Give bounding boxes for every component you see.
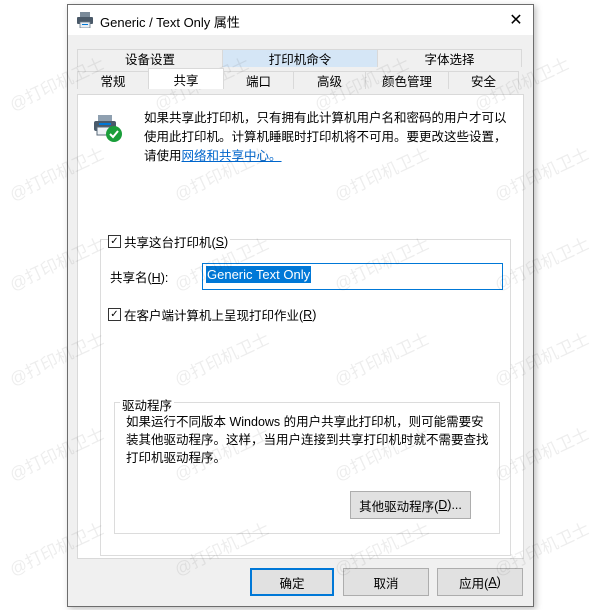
ok-button[interactable]: 确定 xyxy=(250,568,334,596)
label-text: 共享名( xyxy=(110,271,152,285)
access-key: A xyxy=(488,575,497,589)
sharing-info-text: 如果共享此打印机，只有拥有此计算机用户名和密码的用户才可以使用此打印机。计算机睡… xyxy=(144,109,514,166)
sharing-tab-panel: 如果共享此打印机，只有拥有此计算机用户名和密码的用户才可以使用此打印机。计算机睡… xyxy=(77,94,524,559)
share-name-input[interactable]: Generic Text Only xyxy=(202,263,503,290)
button-label: 取消 xyxy=(373,576,399,591)
button-label-suffix: )... xyxy=(447,498,462,512)
button-label: 应用( xyxy=(459,576,489,591)
cancel-button[interactable]: 取消 xyxy=(343,568,429,596)
additional-drivers-button[interactable]: 其他驱动程序(D)... xyxy=(350,491,471,519)
tab-label: 端口 xyxy=(245,75,271,89)
tab-advanced[interactable]: 高级 xyxy=(293,71,366,89)
checkbox-checked-icon: ✓ xyxy=(108,308,121,321)
tab-label: 常规 xyxy=(100,75,126,89)
render-on-client-checkbox[interactable]: ✓ 在客户端计算机上呈现打印作业(R) xyxy=(108,305,319,324)
close-icon: ✕ xyxy=(509,12,523,29)
tab-font-selection[interactable]: 字体选择 xyxy=(377,49,522,67)
shared-printer-icon xyxy=(94,115,122,142)
tab-device-settings[interactable]: 设备设置 xyxy=(77,49,223,67)
tab-row-top: 设备设置 打印机命令 字体选择 xyxy=(77,49,522,67)
drivers-group-legend: 驱动程序 xyxy=(120,395,175,414)
checkbox-label: 在客户端计算机上呈现打印作业( xyxy=(124,309,304,323)
properties-dialog: Generic / Text Only 属性 ✕ 设备设置 打印机命令 字体选择… xyxy=(67,4,534,607)
button-label: 其他驱动程序( xyxy=(359,499,439,514)
checkbox-label-suffix: ) xyxy=(224,234,229,249)
close-button[interactable]: ✕ xyxy=(505,9,527,31)
network-sharing-center-link[interactable]: 网络和共享中心。 xyxy=(182,149,282,163)
button-label-suffix: ) xyxy=(496,575,501,589)
tab-printer-commands[interactable]: 打印机命令 xyxy=(222,49,378,67)
tab-color-management[interactable]: 颜色管理 xyxy=(365,71,449,89)
tab-general[interactable]: 常规 xyxy=(77,71,149,89)
tab-row-bottom: 常规 共享 端口 高级 颜色管理 安全 xyxy=(77,68,519,89)
tab-label: 颜色管理 xyxy=(381,75,432,89)
share-printer-checkbox[interactable]: ✓ 共享这台打印机(S) xyxy=(108,232,231,251)
checkbox-checked-icon: ✓ xyxy=(108,235,121,248)
tab-label: 高级 xyxy=(316,75,342,89)
printer-icon xyxy=(77,12,93,28)
access-key: R xyxy=(303,307,313,322)
tab-label: 安全 xyxy=(470,75,496,89)
tab-sharing[interactable]: 共享 xyxy=(148,68,224,89)
drivers-info-text: 如果运行不同版本 Windows 的用户共享此打印机，则可能需要安装其他驱动程序… xyxy=(126,415,489,465)
label-suffix: ): xyxy=(160,271,169,285)
share-name-value: Generic Text Only xyxy=(206,266,312,283)
tab-security[interactable]: 安全 xyxy=(448,71,519,89)
title-bar: Generic / Text Only 属性 ✕ xyxy=(68,5,533,35)
button-label: 确定 xyxy=(279,576,305,591)
window-title: Generic / Text Only 属性 xyxy=(100,15,240,30)
apply-button[interactable]: 应用(A) xyxy=(437,568,523,596)
access-key: H xyxy=(151,271,161,285)
checkbox-label: 共享这台打印机( xyxy=(124,236,216,250)
tab-label: 设备设置 xyxy=(124,53,175,67)
tab-label: 打印机命令 xyxy=(268,53,332,67)
tab-label: 字体选择 xyxy=(424,53,475,67)
access-key: S xyxy=(215,234,225,249)
checkbox-label-suffix: ) xyxy=(312,307,317,322)
share-name-label: 共享名(H): xyxy=(110,267,168,286)
access-key: D xyxy=(438,498,448,512)
tab-label: 共享 xyxy=(173,73,199,88)
tab-ports[interactable]: 端口 xyxy=(223,71,294,89)
